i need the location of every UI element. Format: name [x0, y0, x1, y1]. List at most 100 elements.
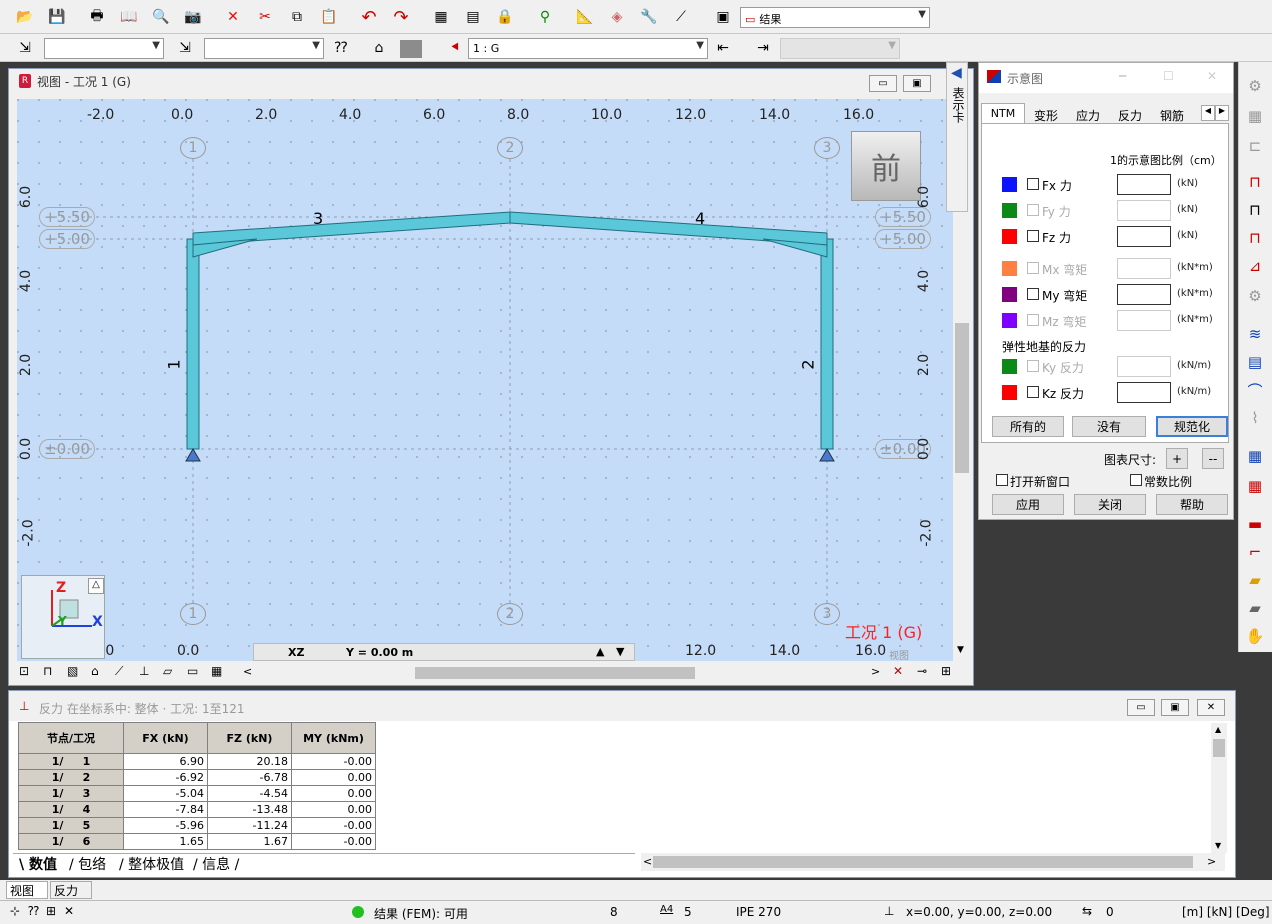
reactions-tab-extremes[interactable]: / 整体极值: [119, 854, 184, 874]
frame2-tool-icon[interactable]: ⊓: [1243, 198, 1267, 222]
copy-icon[interactable]: ⧉: [286, 6, 308, 28]
cut-icon[interactable]: ✂: [254, 6, 276, 28]
fz-cell[interactable]: -4.54: [207, 785, 292, 802]
fx-cell[interactable]: -7.84: [123, 801, 208, 818]
reactions-vscroll[interactable]: ▲ ▼: [1211, 723, 1227, 853]
gear-tool-icon[interactable]: ⚙: [1243, 284, 1267, 308]
member-tool-icon[interactable]: ▦: [1243, 104, 1267, 128]
reactions-close-button[interactable]: ✕: [1197, 699, 1225, 716]
table2-tool-icon[interactable]: ▦: [1243, 474, 1267, 498]
cross-status-icon[interactable]: ✕: [64, 904, 74, 918]
display-tool-icon[interactable]: ▧: [67, 664, 78, 678]
color-swatch[interactable]: [1002, 313, 1017, 328]
save-icon[interactable]: 💾: [46, 6, 68, 28]
preview-icon[interactable]: 🔍: [150, 6, 172, 28]
color-swatch[interactable]: [1002, 261, 1017, 276]
load2-tool-icon[interactable]: ⊿: [1243, 254, 1267, 278]
reactions-hscroll[interactable]: < >: [641, 853, 1225, 871]
table2-icon[interactable]: ▤: [462, 6, 484, 28]
load-tool-icon[interactable]: ⊓: [1243, 226, 1267, 250]
reactions-minimize-button[interactable]: ▭: [1127, 699, 1155, 716]
paste-icon[interactable]: 📋: [318, 6, 340, 28]
minimize-button[interactable]: ▭: [869, 75, 897, 92]
lock-icon[interactable]: 🔒: [494, 6, 516, 28]
display-tool-icon[interactable]: ⊓: [43, 664, 52, 678]
diagram-checkbox[interactable]: [1027, 230, 1039, 242]
table-icon[interactable]: ▦: [430, 6, 452, 28]
angle-tool-icon[interactable]: ⌐: [1243, 540, 1267, 564]
fx-cell[interactable]: 6.90: [123, 753, 208, 770]
table-row[interactable]: 1/ 2 -6.92 -6.78 0.00: [18, 769, 376, 786]
my-cell[interactable]: -0.00: [291, 833, 376, 850]
section-tool-icon[interactable]: ⊏: [1243, 134, 1267, 158]
fz-cell[interactable]: 1.67: [207, 833, 292, 850]
beam-tool-icon[interactable]: ▬: [1243, 512, 1267, 536]
scale-input[interactable]: [1117, 382, 1171, 403]
reactions-hscroll-left-icon[interactable]: <: [643, 855, 652, 868]
row-header[interactable]: 1/ 3: [18, 785, 124, 802]
reactions-tab-info[interactable]: / 信息 /: [193, 854, 239, 874]
color-swatch[interactable]: [1002, 359, 1017, 374]
help-button[interactable]: 帮助: [1156, 494, 1228, 515]
col-header[interactable]: MY (kNm): [291, 722, 376, 754]
my-cell[interactable]: -0.00: [291, 817, 376, 834]
view-vscroll-thumb[interactable]: [955, 323, 969, 473]
color-swatch[interactable]: [1002, 177, 1017, 192]
color-swatch[interactable]: [1002, 229, 1017, 244]
box-tool-icon[interactable]: ▰: [1243, 568, 1267, 592]
close-button[interactable]: 关闭: [1074, 494, 1146, 515]
undo-icon[interactable]: ↶: [358, 6, 380, 28]
hscroll-right-icon[interactable]: >: [871, 665, 880, 678]
open-file-icon[interactable]: 📂: [14, 6, 36, 28]
table-row[interactable]: 1/ 6 1.65 1.67 -0.00: [18, 833, 376, 850]
fx-cell[interactable]: 1.65: [123, 833, 208, 850]
const-scale-checkbox[interactable]: [1130, 474, 1142, 486]
open-new-window-checkbox[interactable]: [996, 474, 1008, 486]
fz-cell[interactable]: -6.78: [207, 769, 292, 786]
redo-icon[interactable]: ↷: [390, 6, 412, 28]
select-help-icon[interactable]: ⇲: [174, 37, 196, 59]
scale-input[interactable]: [1117, 226, 1171, 247]
chart-size-plus-button[interactable]: +: [1166, 448, 1188, 469]
ruler-icon[interactable]: ⟋: [670, 6, 692, 28]
tab-scroll-left[interactable]: ◀: [1201, 105, 1215, 121]
delete-icon[interactable]: ✕: [222, 6, 244, 28]
diagram-checkbox[interactable]: [1027, 204, 1039, 216]
navigator-side-tab[interactable]: ◀ 表示卡: [946, 62, 968, 212]
plane-up-button[interactable]: ▲: [596, 645, 604, 658]
diagram-maximize-icon[interactable]: ☐: [1163, 69, 1174, 83]
scale-input[interactable]: [1117, 310, 1171, 331]
filter-select-2[interactable]: ▼: [204, 38, 324, 59]
view-hscroll-thumb[interactable]: [415, 667, 695, 679]
diagram-close-icon[interactable]: ✕: [1207, 69, 1217, 83]
diagram-tool-icon[interactable]: ≋: [1243, 322, 1267, 346]
results-panel-icon[interactable]: ▣: [712, 6, 734, 28]
row-header[interactable]: 1/ 5: [18, 817, 124, 834]
color-swatch[interactable]: [400, 40, 422, 58]
col-header[interactable]: 节点/工况: [18, 722, 124, 754]
scale-input[interactable]: [1117, 356, 1171, 377]
bottom-tab-view[interactable]: 视图: [6, 881, 48, 899]
cube-icon[interactable]: ◈: [606, 6, 628, 28]
grid-status-icon[interactable]: ⊞: [46, 904, 56, 918]
plane-down-button[interactable]: ▼: [616, 645, 624, 658]
row-header[interactable]: 1/ 1: [18, 753, 124, 770]
print-icon[interactable]: 🖶: [86, 6, 108, 28]
row-header[interactable]: 1/ 4: [18, 801, 124, 818]
fx-cell[interactable]: -5.96: [123, 817, 208, 834]
display-tool-icon[interactable]: ⌂: [91, 664, 99, 678]
diagram-minimize-icon[interactable]: ─: [1119, 69, 1126, 83]
diagram-checkbox[interactable]: [1027, 288, 1039, 300]
reactions-tab-values[interactable]: \ 数值: [19, 854, 57, 874]
none-button[interactable]: 没有: [1072, 416, 1146, 437]
vscroll-down-icon[interactable]: ▼: [957, 645, 964, 655]
query-status-icon[interactable]: ⁇: [28, 904, 39, 918]
fz-cell[interactable]: -13.48: [207, 801, 292, 818]
table-row[interactable]: 1/ 1 6.90 20.18 -0.00: [18, 753, 376, 770]
scale-input[interactable]: [1117, 258, 1171, 279]
table-row[interactable]: 1/ 5 -5.96 -11.24 -0.00: [18, 817, 376, 834]
bottom-tab-reactions[interactable]: 反力: [50, 881, 92, 899]
display-tool-icon[interactable]: ⊡: [19, 664, 29, 678]
my-cell[interactable]: 0.00: [291, 801, 376, 818]
diagram-tab-ntm[interactable]: NTM: [981, 103, 1025, 123]
